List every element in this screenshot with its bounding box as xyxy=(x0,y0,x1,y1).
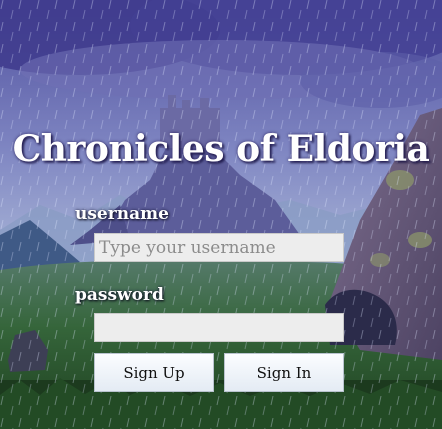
rainy-landscape-background xyxy=(0,0,442,429)
password-input[interactable] xyxy=(94,313,344,342)
username-label: username xyxy=(75,204,169,224)
sign-in-button[interactable]: Sign In xyxy=(224,353,344,392)
username-input[interactable] xyxy=(94,233,344,262)
password-label: password xyxy=(75,285,164,305)
sign-up-button[interactable]: Sign Up xyxy=(94,353,214,392)
game-title: Chronicles of Eldoria xyxy=(12,128,430,170)
